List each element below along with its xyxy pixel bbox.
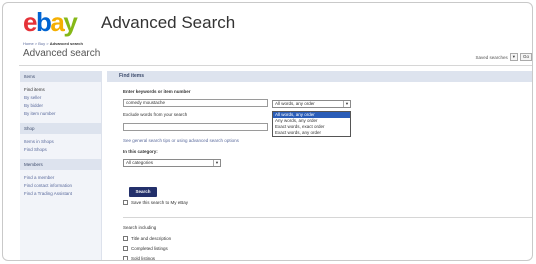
save-search-row: Save this search to My eBay (123, 200, 188, 205)
keyword-mode-value: All words, any order (275, 101, 315, 106)
breadcrumb-separator: > (34, 41, 38, 46)
search-button[interactable]: Search (129, 187, 157, 197)
sidebar-section-shop: Shop Items in Shops Find Shops (20, 123, 101, 154)
search-tips-link[interactable]: See general search tips or using advance… (123, 138, 239, 143)
go-button[interactable]: Go (519, 53, 532, 61)
category-value: All categories (126, 160, 154, 165)
sidebar: Items Find items By seller By bidder By … (20, 71, 102, 260)
exclude-input[interactable] (123, 123, 268, 131)
sidebar-item-find-member[interactable]: Find a member (20, 174, 101, 182)
chevron-down-icon: ▼ (213, 160, 220, 166)
breadcrumb: Home > Buy > Advanced search (23, 41, 83, 46)
sidebar-item-by-bidder[interactable]: By bidder (20, 102, 101, 110)
breadcrumb-home[interactable]: Home (23, 41, 34, 46)
including-option-label: Sold listings (131, 256, 156, 261)
section-divider (123, 217, 532, 218)
save-search-checkbox[interactable] (123, 200, 128, 205)
save-search-label: Save this search to My eBay (131, 200, 189, 205)
breadcrumb-buy[interactable]: Buy (38, 41, 45, 46)
page-frame: ebay Advanced Search Home > Buy > Advanc… (2, 2, 533, 261)
main-heading: Find items (107, 71, 532, 82)
category-select[interactable]: All categories ▼ (123, 159, 221, 167)
sidebar-section-members: Members Find a member Find contact infor… (20, 159, 101, 198)
saved-searches-select[interactable]: ▾ (509, 53, 518, 61)
keywords-label: Enter keywords or item number (123, 89, 191, 94)
including-option-row: Sold listings (123, 256, 156, 261)
completed-listings-checkbox[interactable] (123, 246, 128, 251)
saved-searches: Saved searches ▾ Go (475, 53, 532, 61)
sold-listings-checkbox[interactable] (123, 256, 128, 260)
sidebar-heading-items: Items (20, 71, 101, 82)
logo-letter-b: b (35, 7, 52, 37)
sidebar-item-by-seller[interactable]: By seller (20, 94, 101, 102)
ebay-logo[interactable]: ebay (23, 7, 78, 37)
chevron-down-icon: ▼ (343, 101, 350, 107)
sidebar-item-by-item-number[interactable]: By item number (20, 110, 101, 118)
header-divider (19, 65, 532, 66)
sidebar-item-find-items[interactable]: Find items (20, 86, 101, 94)
breadcrumb-separator: > (46, 41, 49, 46)
logo-letter-a: a (50, 7, 64, 37)
category-label: In this category: (123, 149, 158, 154)
including-option-row: Title and description (123, 236, 171, 241)
logo-letter-e: e (23, 7, 37, 37)
keyword-mode-dropdown: All words, any order Any words, any orde… (272, 111, 351, 137)
sidebar-item-find-trading-assistant[interactable]: Find a Trading Assistant (20, 190, 101, 198)
sidebar-item-find-shops[interactable]: Find Shops (20, 146, 101, 154)
sidebar-section-items: Items Find items By seller By bidder By … (20, 71, 101, 118)
search-including-label: Search including (123, 225, 157, 230)
saved-searches-label: Saved searches (475, 54, 508, 60)
including-option-label: Completed listings (131, 246, 168, 251)
including-option-row: Completed listings (123, 246, 168, 251)
breadcrumb-current: Advanced search (49, 41, 83, 46)
exclude-label: Exclude words from your search (123, 112, 188, 117)
app-title: Advanced Search (101, 13, 236, 32)
sidebar-item-items-in-shops[interactable]: Items in Shops (20, 138, 101, 146)
keyword-mode-option[interactable]: Exact words, any order (273, 130, 350, 136)
sidebar-heading-members: Members (20, 159, 101, 170)
keyword-mode-select[interactable]: All words, any order ▼ (272, 100, 351, 108)
title-description-checkbox[interactable] (123, 236, 128, 241)
logo-letter-y: y (63, 7, 77, 37)
main-panel: Find items Enter keywords or item number… (107, 71, 532, 260)
page-title: Advanced search (23, 48, 101, 59)
sidebar-item-find-contact[interactable]: Find contact information (20, 182, 101, 190)
including-option-label: Title and description (131, 236, 172, 241)
sidebar-heading-shop: Shop (20, 123, 101, 134)
keywords-input[interactable]: comedy moustache (123, 99, 268, 107)
